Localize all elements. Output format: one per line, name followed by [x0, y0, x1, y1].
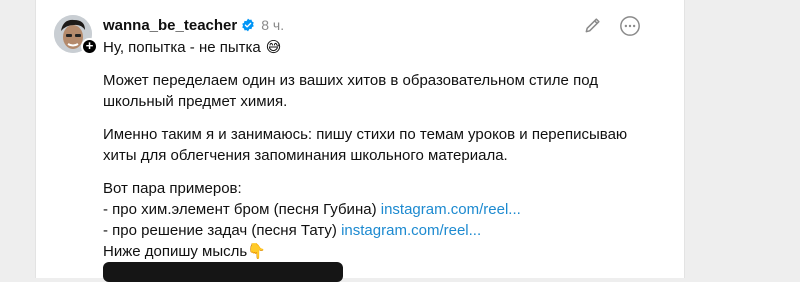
- media-preview[interactable]: [103, 262, 343, 282]
- more-options-icon[interactable]: [619, 15, 641, 37]
- post-text: - про хим.элемент бром (песня Губина): [103, 201, 381, 218]
- paragraph-3: Именно таким я и занимаюсь: пишу стихи п…: [103, 124, 663, 166]
- instagram-link-1[interactable]: instagram.com/reel...: [381, 201, 521, 218]
- follow-button[interactable]: +: [81, 38, 98, 55]
- post-body: Ну, попытка - не пытка 😅 Может переделае…: [103, 36, 663, 262]
- plus-icon: +: [85, 38, 94, 53]
- example-line-2: - про решение задач (песня Тату) instagr…: [103, 220, 663, 241]
- post-text: школьный предмет химия.: [103, 93, 288, 110]
- post-card: + wanna_be_teacher 8 ч. Ну, попытка - не…: [35, 0, 685, 282]
- closing-line: Ниже допишу мысль👇: [103, 241, 663, 262]
- post-time: 8 ч.: [261, 17, 285, 33]
- post-line-1: Ну, попытка - не пытка 😅: [103, 36, 663, 58]
- post-text: Ниже допишу мысль: [103, 243, 248, 260]
- post-text: Именно таким я и занимаюсь: пишу стихи п…: [103, 126, 628, 143]
- post-text: Ну, попытка - не пытка: [103, 38, 261, 56]
- pencil-icon[interactable]: [583, 15, 603, 35]
- paragraph-4: Вот пара примеров: - про хим.элемент бро…: [103, 178, 663, 262]
- post-header: wanna_be_teacher 8 ч.: [103, 15, 284, 35]
- sweat-smile-emoji-icon: 😅: [265, 38, 282, 56]
- pointing-down-emoji-icon: 👇: [247, 243, 266, 260]
- post-text: хиты для облегчения запоминания школьног…: [103, 147, 508, 164]
- post-text: Вот пара примеров:: [103, 180, 242, 197]
- username[interactable]: wanna_be_teacher: [103, 17, 237, 34]
- post-text: Может переделаем один из ваших хитов в о…: [103, 72, 598, 89]
- example-line-1: - про хим.элемент бром (песня Губина) in…: [103, 199, 663, 220]
- instagram-link-2[interactable]: instagram.com/reel...: [341, 222, 481, 239]
- post-text: - про решение задач (песня Тату): [103, 222, 342, 239]
- paragraph-2: Может переделаем один из ваших хитов в о…: [103, 70, 663, 112]
- verified-badge-icon: [242, 18, 255, 32]
